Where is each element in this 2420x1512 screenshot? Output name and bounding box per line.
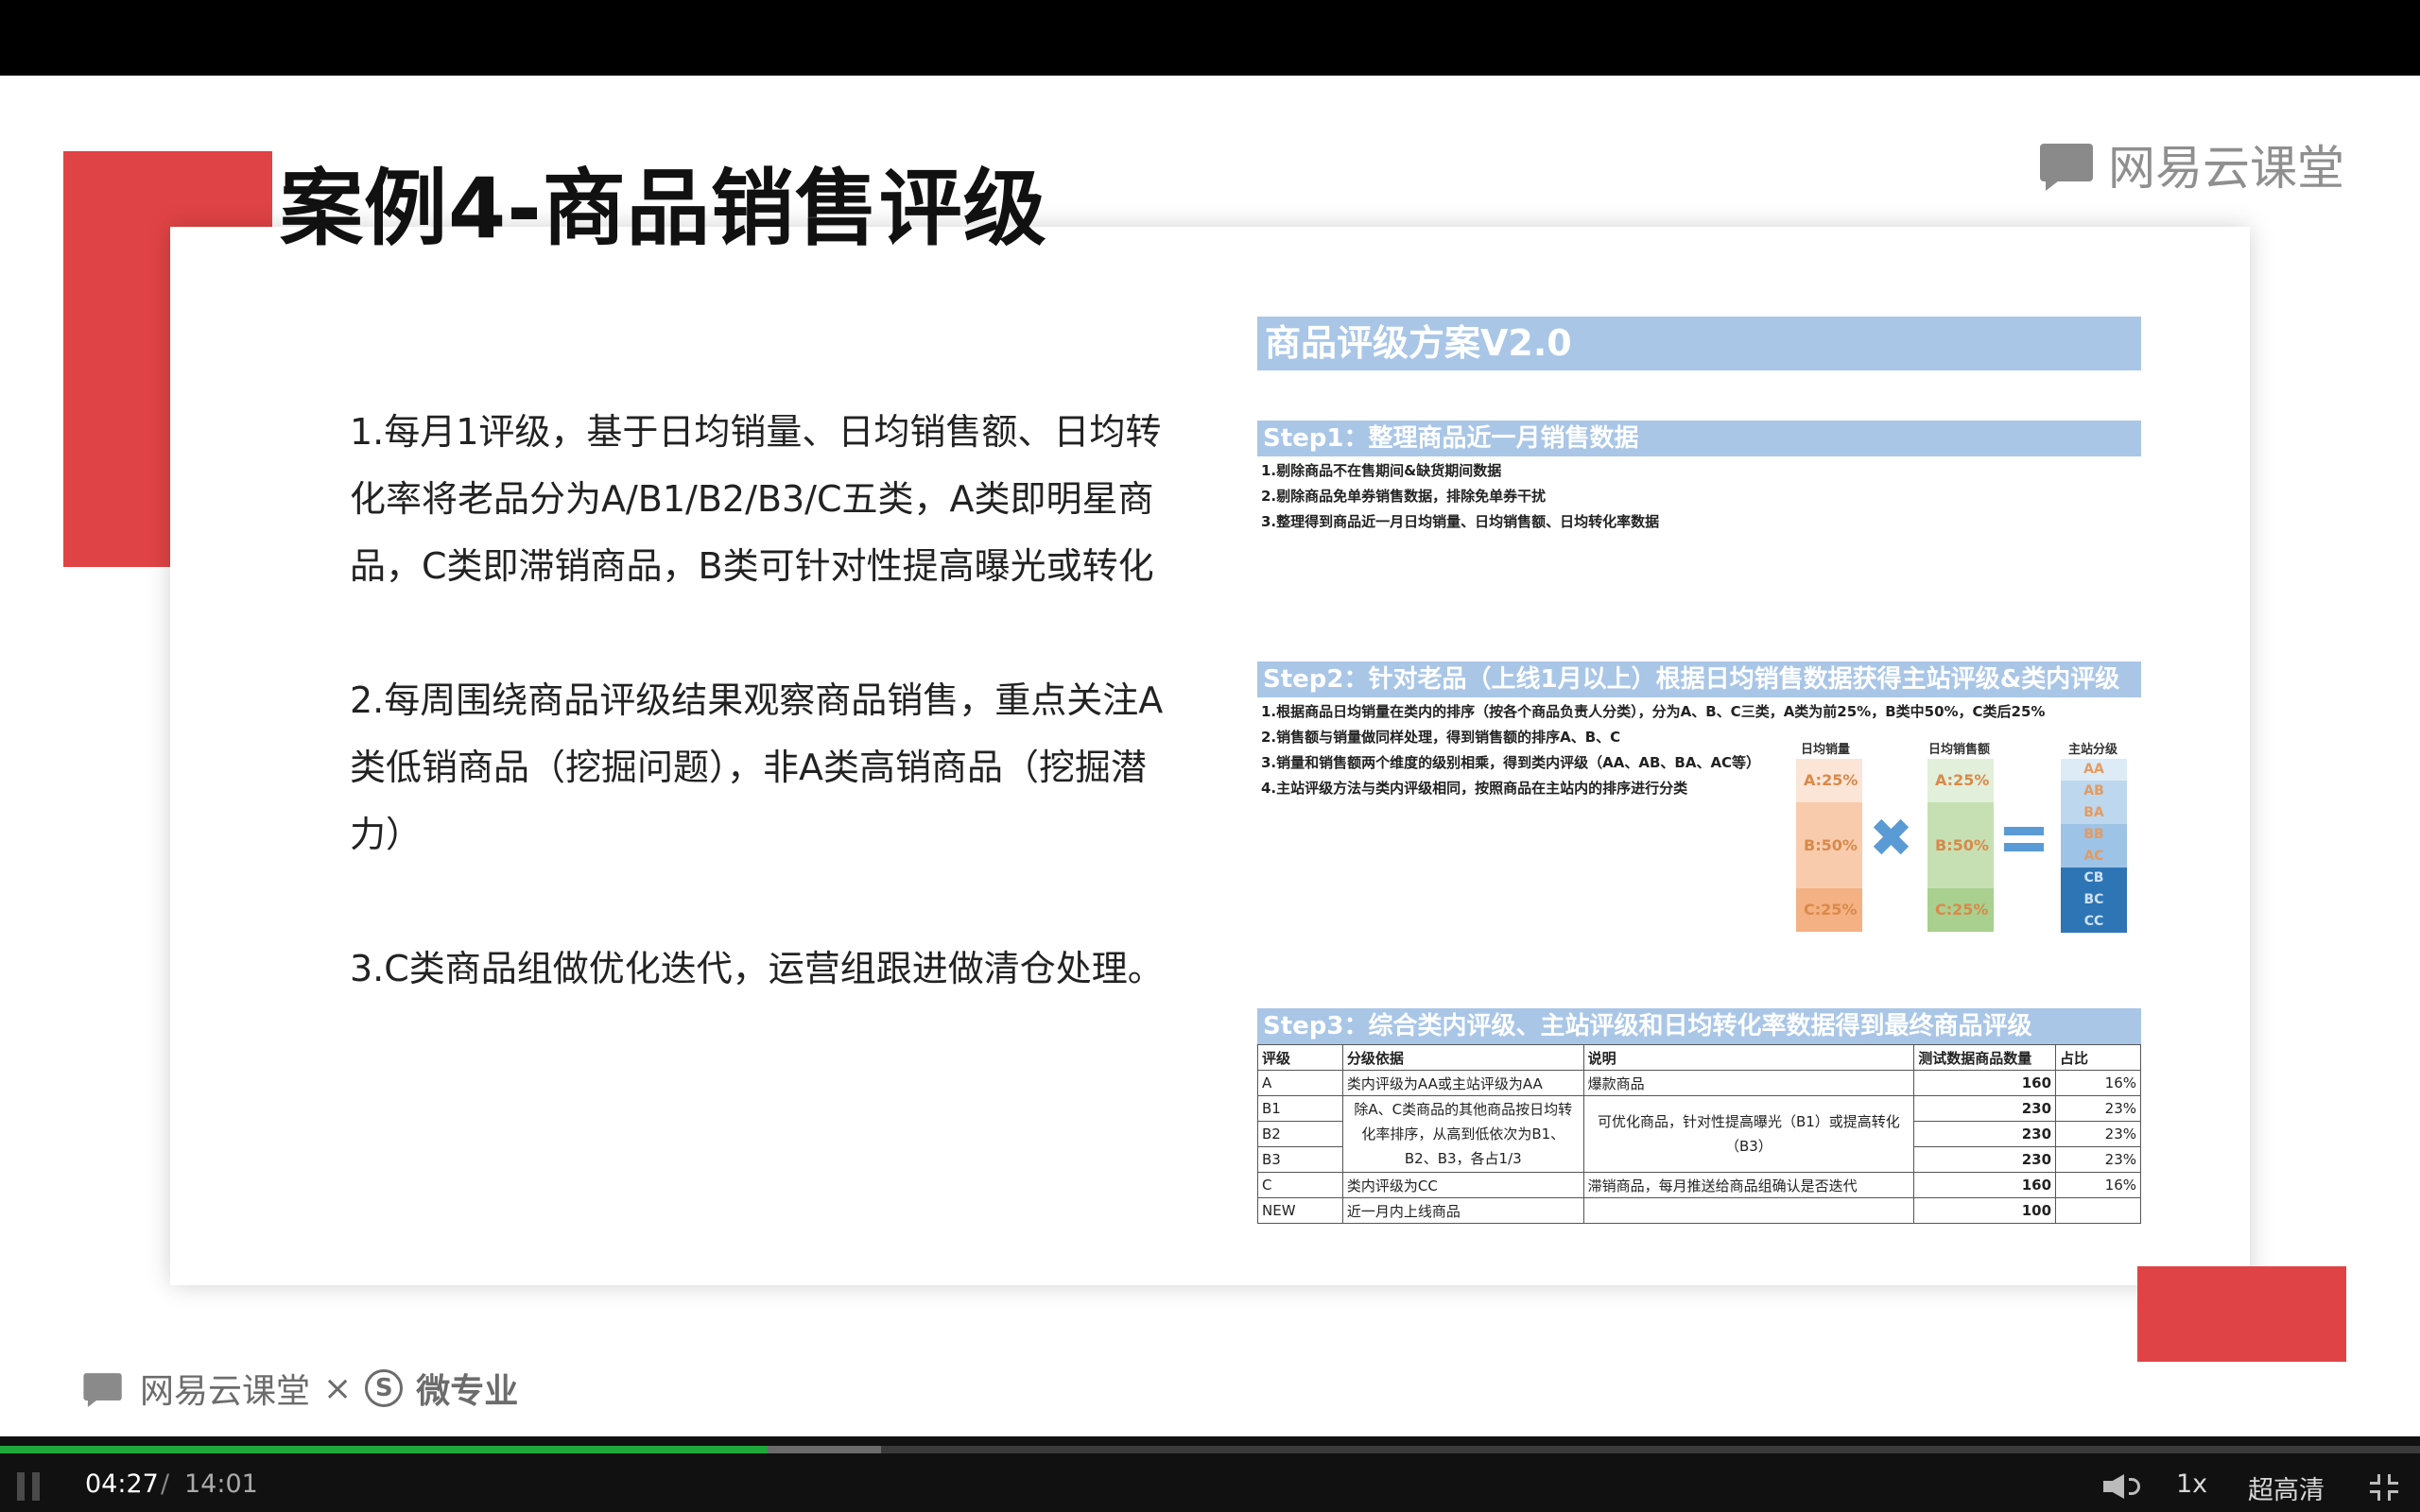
current-time: 04:27 <box>85 1469 159 1499</box>
step2-line-4: 4.主站评级方法与类内评级相同，按照商品在主站内的排序进行分类 <box>1261 780 1688 797</box>
grade-table: 评级 分级依据 说明 测试数据商品数量 占比 A 类内评级为AA或主站评级为AA… <box>1257 1044 2141 1224</box>
time-separator: / <box>161 1469 170 1499</box>
duration: 14:01 <box>184 1469 258 1499</box>
cell-count: 230 <box>1913 1121 2057 1147</box>
cell-desc: 可优化商品，针对性提高曝光（B1）或提高转化（B3） <box>1582 1095 1915 1173</box>
cell-pct: 16% <box>2055 1172 2141 1198</box>
table-row: C 类内评级为CC 滞销商品，每月推送给商品组确认是否迭代 160 16% <box>1257 1172 2141 1198</box>
cell-count: 230 <box>1913 1146 2057 1173</box>
brand-name: 网易云课堂 <box>2108 141 2344 196</box>
cell-pct: 23% <box>2055 1095 2141 1122</box>
header-grade: 评级 <box>1257 1044 1343 1071</box>
cell-basis: 除A、C类商品的其他商品按日均转化率排序，从高到低依次为B1、B2、B3，各占1… <box>1341 1095 1584 1173</box>
table-row: NEW 近一月内上线商品 100 <box>1257 1197 2141 1224</box>
speed-button[interactable]: 1x <box>2176 1469 2207 1499</box>
plan-title: 商品评级方案V2.0 <box>1257 317 2141 370</box>
times-sign: × <box>323 1368 353 1408</box>
daily-revenue-label: 日均销售额 <box>1928 743 1991 757</box>
body-text: 1.每月1评级，基于日均销量、日均销售额、日均转化率将老品分为A/B1/B2/B… <box>350 399 1182 1070</box>
site-grade-label: 主站分级 <box>2068 743 2118 757</box>
grade-cell: BB <box>2061 824 2127 846</box>
step1-line-3: 3.整理得到商品近一月日均销量、日均销售额、日均转化率数据 <box>1261 513 1660 530</box>
cell-pct: 16% <box>2055 1070 2141 1096</box>
step2-line-3: 3.销量和销售额两个维度的级别相乘，得到类内评级（AA、AB、BA、AC等） <box>1261 754 1761 771</box>
header-desc: 说明 <box>1582 1044 1915 1071</box>
segment-a: A:25% <box>1927 759 1994 802</box>
step1-line-1: 1.剔除商品不在售期间&缺货期间数据 <box>1261 462 1502 479</box>
cell-desc <box>1582 1197 1915 1224</box>
segment-b: B:50% <box>1927 802 1994 888</box>
brand-logo-bottom: 网易云课堂 × S 微专业 <box>76 1364 518 1413</box>
cell-pct: 23% <box>2055 1121 2141 1147</box>
header-count: 测试数据商品数量 <box>1913 1044 2057 1071</box>
paragraph-1: 1.每月1评级，基于日均销量、日均销售额、日均转化率将老品分为A/B1/B2/B… <box>350 411 1162 587</box>
grade-cell: BA <box>2061 802 2127 824</box>
grade-cell: CB <box>2061 868 2127 889</box>
grade-cell: BC <box>2061 889 2127 911</box>
fullscreen-exit-icon[interactable] <box>2370 1474 2398 1501</box>
decor-red-block-right <box>2137 1266 2346 1362</box>
header-pct: 占比 <box>2055 1044 2141 1071</box>
cell-count: 160 <box>1913 1172 2057 1198</box>
book-icon <box>2040 140 2097 189</box>
step1-header: Step1：整理商品近一月销售数据 <box>1257 421 2141 456</box>
s-logo-icon: S <box>365 1369 404 1407</box>
grade-cell: AC <box>2061 846 2127 868</box>
cell-grade: C <box>1257 1172 1343 1198</box>
grade-cell: CC <box>2061 911 2127 933</box>
brand-name-bottom: 网易云课堂 <box>140 1372 311 1411</box>
cell-grade: B3 <box>1257 1146 1343 1173</box>
multiply-icon: ✖ <box>1869 808 1913 869</box>
step1-line-2: 2.剔除商品免单券销售数据，排除免单券干扰 <box>1261 488 1547 505</box>
pause-button[interactable] <box>17 1472 43 1501</box>
daily-volume-label: 日均销量 <box>1801 743 1851 757</box>
grade-cell: AA <box>2061 759 2127 781</box>
cell-desc: 爆款商品 <box>1582 1070 1915 1096</box>
segment-c: C:25% <box>1796 888 1862 932</box>
header-basis: 分级依据 <box>1341 1044 1584 1071</box>
equals-icon <box>2004 827 2044 851</box>
table-row: A 类内评级为AA或主站评级为AA 爆款商品 160 16% <box>1257 1070 2141 1096</box>
cell-grade: A <box>1257 1070 1343 1096</box>
book-icon <box>83 1370 124 1405</box>
progress-played <box>0 1446 768 1453</box>
cell-desc: 滞销商品，每月推送给商品组确认是否迭代 <box>1582 1172 1915 1198</box>
table-header-row: 评级 分级依据 说明 测试数据商品数量 占比 <box>1257 1044 2141 1071</box>
slide-title: 案例4-商品销售评级 <box>280 160 1047 257</box>
segment-c: C:25% <box>1927 888 1994 932</box>
cell-basis: 类内评级为CC <box>1341 1172 1584 1198</box>
micro-major-label: 微专业 <box>416 1372 519 1411</box>
step2-header: Step2：针对老品（上线1月以上）根据日均销售数据获得主站评级&类内评级 <box>1257 662 2141 697</box>
cell-count: 100 <box>1913 1197 2057 1224</box>
progress-bar[interactable] <box>0 1446 2420 1453</box>
cell-count: 230 <box>1913 1095 2057 1122</box>
cell-grade: NEW <box>1257 1197 1343 1224</box>
cell-grade: B2 <box>1257 1121 1343 1147</box>
daily-revenue-bar: A:25% B:50% C:25% <box>1927 759 1994 932</box>
cell-basis: 类内评级为AA或主站评级为AA <box>1341 1070 1584 1096</box>
grade-cell: AB <box>2061 781 2127 802</box>
step3-header: Step3：综合类内评级、主站评级和日均转化率数据得到最终商品评级 <box>1257 1008 2141 1044</box>
paragraph-3: 3.C类商品组做优化迭代，运营组跟进做清仓处理。 <box>350 948 1164 989</box>
video-stage: 案例4-商品销售评级 网易云课堂 1.每月1评级，基于日均销量、日均销售额、日均… <box>0 0 2420 1512</box>
segment-a: A:25% <box>1796 759 1862 802</box>
table-row: B1 除A、C类商品的其他商品按日均转化率排序，从高到低依次为B1、B2、B3，… <box>1257 1095 2141 1173</box>
brand-logo-top: 网易云课堂 <box>2040 130 2344 198</box>
cell-pct <box>2055 1197 2141 1224</box>
segment-b: B:50% <box>1796 802 1862 888</box>
cell-grade: B1 <box>1257 1095 1343 1122</box>
step2-line-1: 1.根据商品日均销量在类内的排序（按各个商品负责人分类），分为A、B、C三类，A… <box>1261 703 2046 720</box>
paragraph-2: 2.每周围绕商品评级结果观察商品销售，重点关注A类低销商品（挖掘问题），非A类高… <box>350 679 1164 855</box>
rating-plan-figure: 商品评级方案V2.0 Step1：整理商品近一月销售数据 1.剔除商品不在售期间… <box>1257 317 2141 1238</box>
slide-frame: 案例4-商品销售评级 网易云课堂 1.每月1评级，基于日均销量、日均销售额、日均… <box>0 76 2420 1436</box>
cell-count: 160 <box>1913 1070 2057 1096</box>
daily-volume-bar: A:25% B:50% C:25% <box>1796 759 1862 932</box>
quality-button[interactable]: 超高清 <box>2248 1469 2325 1506</box>
cell-pct: 23% <box>2055 1146 2141 1173</box>
step2-line-2: 2.销售额与销量做同样处理，得到销售额的排序A、B、C <box>1261 729 1621 746</box>
cell-basis: 近一月内上线商品 <box>1341 1197 1584 1224</box>
site-grade-stack: AA AB BA BB AC CB BC CC <box>2061 759 2127 933</box>
